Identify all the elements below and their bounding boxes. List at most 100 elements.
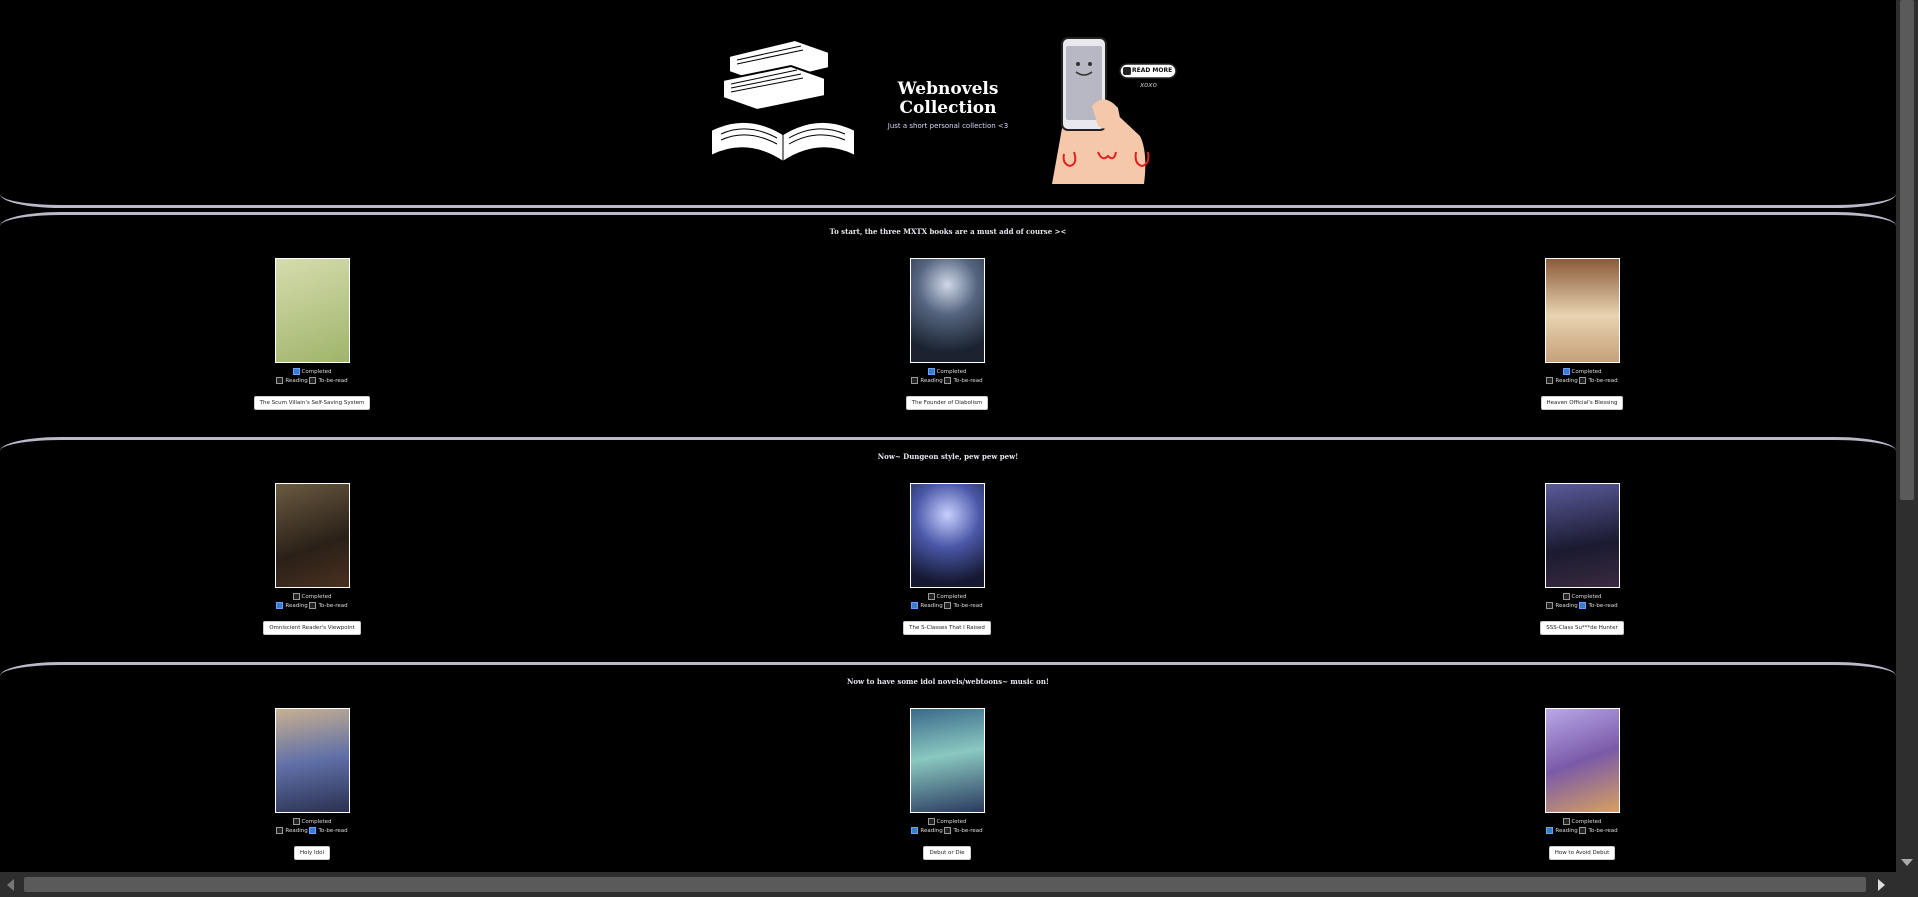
completed-checkbox[interactable] xyxy=(292,818,300,825)
reading-label: Reading xyxy=(920,378,943,384)
tbr-label: To-be-read xyxy=(318,828,348,834)
book-title-button[interactable]: Heaven Official's Blessing xyxy=(1540,396,1624,410)
book-status: Completed Reading To-be-read xyxy=(1522,818,1642,836)
scroll-left-arrow-icon[interactable] xyxy=(7,879,14,891)
reading-label: Reading xyxy=(920,603,943,609)
book-cover[interactable] xyxy=(1544,483,1620,588)
completed-checkbox[interactable] xyxy=(927,368,935,375)
completed-label: Completed xyxy=(936,369,967,375)
completed-checkbox[interactable] xyxy=(927,818,935,825)
section-mxtx: To start, the three MXTX books are a mus… xyxy=(0,212,1896,435)
book-title-button[interactable]: SSS-Class Su***de Hunter xyxy=(1540,621,1624,635)
reading-checkbox[interactable] xyxy=(276,602,284,609)
book-cover[interactable] xyxy=(274,258,350,363)
reading-checkbox[interactable] xyxy=(1546,827,1554,834)
completed-checkbox[interactable] xyxy=(292,368,300,375)
tbr-label: To-be-read xyxy=(1588,378,1618,384)
tbr-checkbox[interactable] xyxy=(1579,377,1587,384)
book-title-button[interactable]: The Scum Villain's Self-Saving System xyxy=(253,396,371,410)
horizontal-scrollbar[interactable] xyxy=(0,872,1918,897)
completed-label: Completed xyxy=(1571,594,1602,600)
book-cover[interactable] xyxy=(909,708,985,813)
completed-label: Completed xyxy=(936,594,967,600)
tbr-checkbox[interactable] xyxy=(944,602,952,609)
reading-checkbox[interactable] xyxy=(911,602,919,609)
reading-checkbox[interactable] xyxy=(1546,602,1554,609)
completed-checkbox[interactable] xyxy=(1562,368,1570,375)
title-line-1: Webnovels xyxy=(897,79,999,99)
book-card: Completed Reading To-be-read Holy Idol xyxy=(252,708,372,860)
tbr-label: To-be-read xyxy=(953,378,983,384)
tbr-checkbox[interactable] xyxy=(309,377,317,384)
vertical-scrollbar[interactable] xyxy=(1896,0,1918,872)
section-heading: Now to have some idol novels/webtoons~ m… xyxy=(846,677,1050,686)
book-title-button[interactable]: Omniscient Reader's Viewpoint xyxy=(263,621,361,635)
tbr-label: To-be-read xyxy=(953,828,983,834)
tbr-checkbox[interactable] xyxy=(309,602,317,609)
reading-label: Reading xyxy=(1555,603,1578,609)
page-subtitle: Just a short personal collection <3 xyxy=(887,122,1009,130)
reading-label: Reading xyxy=(1555,378,1578,384)
book-status: Completed Reading To-be-read xyxy=(887,368,1007,386)
reading-label: Reading xyxy=(285,828,308,834)
reading-label: Reading xyxy=(920,828,943,834)
tbr-checkbox[interactable] xyxy=(1579,602,1587,609)
tbr-label: To-be-read xyxy=(318,603,348,609)
page-title: Webnovels Collection xyxy=(868,80,1028,118)
horizontal-scroll-thumb[interactable] xyxy=(24,877,1866,892)
reading-checkbox[interactable] xyxy=(911,377,919,384)
title-line-2: Collection xyxy=(899,98,997,118)
reading-checkbox[interactable] xyxy=(276,377,284,384)
tbr-checkbox[interactable] xyxy=(944,827,952,834)
completed-checkbox[interactable] xyxy=(927,593,935,600)
reading-label: Reading xyxy=(1555,828,1578,834)
completed-label: Completed xyxy=(301,594,332,600)
book-title-button[interactable]: How to Avoid Debut xyxy=(1548,846,1616,860)
tbr-label: To-be-read xyxy=(1588,603,1618,609)
book-card: Completed Reading To-be-read Heaven Offi… xyxy=(1522,258,1642,410)
scroll-right-arrow-icon[interactable] xyxy=(1878,879,1885,891)
reading-checkbox[interactable] xyxy=(911,827,919,834)
header-banner: Webnovels Collection Just a short person… xyxy=(0,0,1896,208)
book-cover[interactable] xyxy=(1544,708,1620,813)
section-dungeon: Now~ Dungeon style, pew pew pew! Complet… xyxy=(0,437,1896,660)
scroll-down-arrow-icon[interactable] xyxy=(1901,859,1913,866)
book-status: Completed Reading To-be-read xyxy=(252,593,372,611)
tbr-label: To-be-read xyxy=(318,378,348,384)
section-heading: Now~ Dungeon style, pew pew pew! xyxy=(877,452,1019,461)
book-cover[interactable] xyxy=(909,483,985,588)
page-viewport: Webnovels Collection Just a short person… xyxy=(0,0,1896,872)
book-status: Completed Reading To-be-read xyxy=(1522,368,1642,386)
tbr-checkbox[interactable] xyxy=(309,827,317,834)
completed-checkbox[interactable] xyxy=(1562,593,1570,600)
book-status: Completed Reading To-be-read xyxy=(1522,593,1642,611)
vertical-scroll-thumb[interactable] xyxy=(1900,0,1914,500)
reading-checkbox[interactable] xyxy=(1546,377,1554,384)
xoxo-note: xoxo xyxy=(1140,81,1157,89)
book-card: Completed Reading To-be-read SSS-Class S… xyxy=(1522,483,1642,635)
completed-label: Completed xyxy=(1571,819,1602,825)
book-title-button[interactable]: Debut or Die xyxy=(923,846,971,860)
completed-label: Completed xyxy=(1571,369,1602,375)
reading-checkbox[interactable] xyxy=(276,827,284,834)
book-title-button[interactable]: The Founder of Diabolism xyxy=(905,396,989,410)
book-cover[interactable] xyxy=(274,483,350,588)
completed-label: Completed xyxy=(936,819,967,825)
book-title-button[interactable]: The S-Classes That I Raised xyxy=(903,621,991,635)
section-idol: Now to have some idol novels/webtoons~ m… xyxy=(0,662,1896,872)
book-cover[interactable] xyxy=(909,258,985,363)
reading-label: Reading xyxy=(285,603,308,609)
completed-checkbox[interactable] xyxy=(292,593,300,600)
tbr-checkbox[interactable] xyxy=(1579,827,1587,834)
book-cover[interactable] xyxy=(274,708,350,813)
tbr-label: To-be-read xyxy=(953,603,983,609)
book-cover[interactable] xyxy=(1544,258,1620,363)
book-card: Completed Reading To-be-read The S-Class… xyxy=(887,483,1007,635)
book-title-button[interactable]: Holy Idol xyxy=(293,846,331,860)
completed-label: Completed xyxy=(301,369,332,375)
book-status: Completed Reading To-be-read xyxy=(887,818,1007,836)
completed-label: Completed xyxy=(301,819,332,825)
book-card: Completed Reading To-be-read Omniscient … xyxy=(252,483,372,635)
completed-checkbox[interactable] xyxy=(1562,818,1570,825)
tbr-checkbox[interactable] xyxy=(944,377,952,384)
